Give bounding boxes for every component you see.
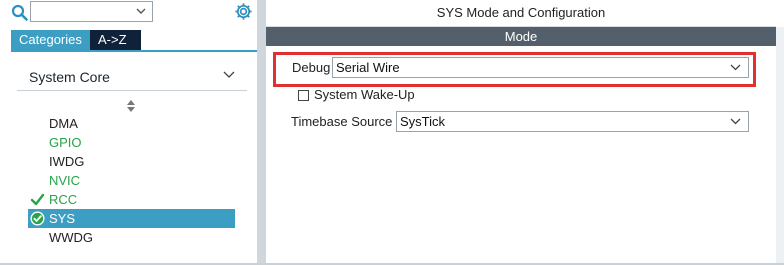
list-item-iwdg[interactable]: IWDG [28, 152, 235, 171]
tabs-underline [11, 50, 257, 52]
scrollbar[interactable] [776, 27, 784, 265]
category-label: System Core [29, 69, 110, 85]
timebase-select[interactable]: SysTick [396, 111, 749, 132]
search-icon[interactable] [11, 4, 29, 22]
timebase-label: Timebase Source [291, 114, 393, 129]
list-item-dma[interactable]: DMA [28, 114, 235, 133]
panel-splitter[interactable] [257, 0, 266, 265]
search-input[interactable] [33, 3, 137, 21]
gear-icon[interactable] [234, 2, 253, 21]
peripheral-label: GPIO [49, 135, 82, 150]
checkmark-icon [30, 193, 45, 206]
check-circle-icon [30, 211, 45, 226]
panel-title: SYS Mode and Configuration [266, 0, 776, 27]
system-wakeup-checkbox[interactable] [298, 90, 309, 101]
peripheral-list: DMA GPIO IWDG NVIC RCC SYS WWDG [28, 114, 235, 247]
debug-select[interactable]: Serial Wire [332, 57, 749, 78]
sort-icon[interactable] [127, 100, 135, 112]
peripheral-label: IWDG [49, 154, 85, 169]
section-header-mode: Mode [266, 27, 776, 46]
chevron-down-icon [730, 64, 741, 71]
view-tabs: Categories A->Z [11, 30, 141, 50]
system-wakeup-label: System Wake-Up [314, 87, 415, 102]
configuration-panel: SYS Mode and Configuration Mode Debug Se… [266, 0, 784, 265]
tab-categories[interactable]: Categories [11, 30, 90, 50]
tab-a-to-z[interactable]: A->Z [90, 30, 141, 50]
search-combobox[interactable] [30, 1, 153, 22]
chevron-down-icon[interactable] [136, 6, 146, 16]
list-item-rcc[interactable]: RCC [28, 190, 235, 209]
debug-label: Debug [292, 60, 331, 75]
list-item-wwdg[interactable]: WWDG [28, 228, 235, 247]
peripheral-label: RCC [49, 192, 78, 207]
chevron-down-icon [730, 118, 741, 125]
peripheral-label: SYS [49, 211, 76, 226]
list-item-nvic[interactable]: NVIC [28, 171, 235, 190]
list-item-sys[interactable]: SYS [28, 209, 235, 228]
peripheral-panel: Categories A->Z System Core DMA GPIO IWD… [0, 0, 257, 265]
peripheral-label: DMA [49, 116, 78, 131]
chevron-down-icon [223, 71, 235, 78]
debug-value: Serial Wire [336, 60, 400, 75]
peripheral-label: WWDG [49, 230, 94, 245]
category-dropdown[interactable]: System Core [17, 62, 247, 91]
peripheral-label: NVIC [49, 173, 81, 188]
list-item-gpio[interactable]: GPIO [28, 133, 235, 152]
timebase-value: SysTick [400, 114, 446, 129]
